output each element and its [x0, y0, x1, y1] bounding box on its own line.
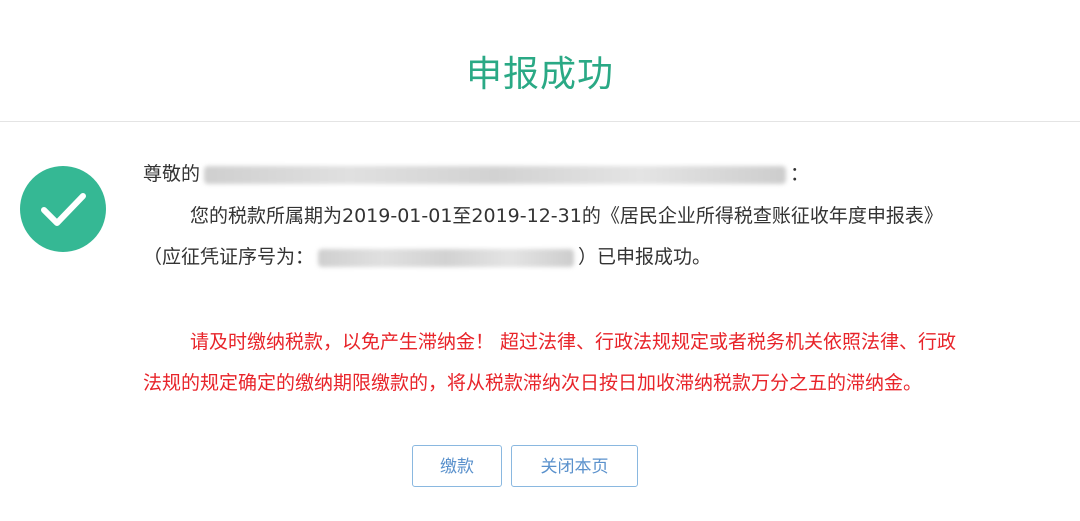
voucher-prefix: （应征凭证序号为：	[143, 246, 315, 268]
close-page-button[interactable]: 关闭本页	[511, 445, 638, 487]
voucher-line: （应征凭证序号为： ）已申报成功。	[143, 242, 711, 272]
redacted-taxpayer-name	[204, 165, 787, 184]
warning-line-1: 请及时缴纳税款，以免产生滞纳金！ 超过法律、行政法规规定或者税务机关依照法律、行…	[190, 331, 957, 353]
warning-line-2: 法规的规定确定的缴纳期限缴款的，将从税款滞纳次日按日加收滞纳税款万分之五的滞纳金…	[143, 372, 923, 394]
page-title: 申报成功	[465, 54, 614, 95]
greeting-prefix: 尊敬的	[143, 163, 201, 185]
redacted-voucher-number	[318, 248, 575, 267]
greeting-suffix: ：	[790, 163, 810, 185]
header-divider	[0, 121, 1080, 122]
pay-button[interactable]: 缴款	[412, 445, 502, 487]
greeting-line: 尊敬的 ：	[143, 159, 809, 189]
check-circle-icon	[20, 166, 106, 252]
voucher-suffix: ）已申报成功。	[578, 246, 712, 268]
period-sentence: 您的税款所属期为2019-01-01至2019-12-31的《居民企业所得税查账…	[190, 205, 943, 227]
